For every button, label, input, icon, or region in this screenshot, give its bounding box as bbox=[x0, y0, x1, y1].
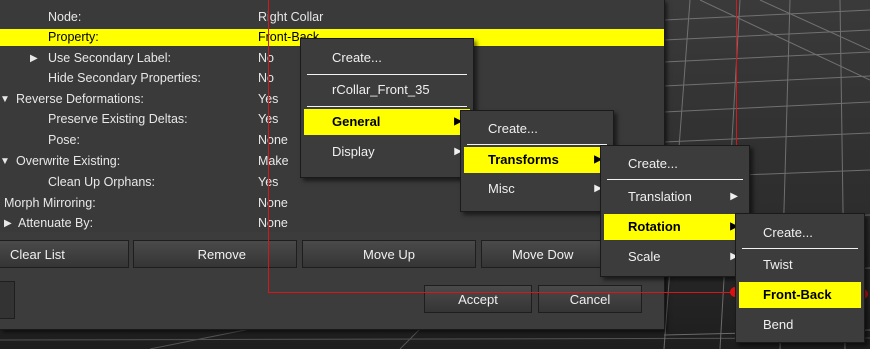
property-label: Clean Up Orphans: bbox=[48, 175, 156, 189]
menu-item-label: Scale bbox=[628, 249, 661, 264]
menu-separator bbox=[742, 248, 858, 249]
menu-item-front-back[interactable]: Front-Back bbox=[739, 282, 861, 308]
menu-item-display[interactable]: Display ▶ bbox=[304, 139, 470, 165]
menu-item-rcollar-front-35[interactable]: rCollar_Front_35 bbox=[304, 77, 470, 103]
menu-item-rotation[interactable]: Rotation ▶ bbox=[604, 214, 746, 240]
transforms-submenu: Create... Translation ▶ Rotation ▶ Scale… bbox=[600, 145, 750, 277]
property-label: Pose: bbox=[48, 133, 80, 147]
menu-item-create[interactable]: Create... bbox=[304, 45, 470, 71]
context-menu: Create... rCollar_Front_35 General ▶ Dis… bbox=[300, 38, 474, 178]
general-submenu: Create... Transforms ▶ Misc ▶ bbox=[460, 110, 614, 212]
expand-triangle-icon[interactable]: ▼ bbox=[0, 153, 10, 170]
property-label: Reverse Deformations: bbox=[16, 92, 144, 106]
menu-item-label: Display bbox=[332, 144, 375, 159]
menu-separator bbox=[307, 74, 467, 75]
menu-item-create[interactable]: Create... bbox=[464, 116, 610, 142]
menu-item-bend[interactable]: Bend bbox=[739, 312, 861, 338]
menu-item-twist[interactable]: Twist bbox=[739, 252, 861, 278]
menu-item-label: Rotation bbox=[628, 219, 681, 234]
menu-item-label: Misc bbox=[488, 181, 515, 196]
property-label: Property: bbox=[48, 30, 99, 44]
property-label: Node: bbox=[48, 10, 82, 24]
rotation-submenu: Create... Twist Front-Back Bend bbox=[735, 213, 865, 343]
menu-item-label: Translation bbox=[628, 189, 692, 204]
menu-item-label: Transforms bbox=[488, 152, 559, 167]
property-label: Hide Secondary Properties: bbox=[48, 71, 201, 85]
menu-item-transforms[interactable]: Transforms ▶ bbox=[464, 147, 610, 173]
menu-item-label: General bbox=[332, 114, 381, 129]
menu-item-scale[interactable]: Scale ▶ bbox=[604, 244, 746, 270]
name-field[interactable] bbox=[0, 281, 15, 319]
menu-separator bbox=[307, 106, 467, 107]
property-label: Attenuate By: bbox=[18, 216, 94, 230]
property-label: Use Secondary Label: bbox=[48, 51, 171, 65]
expand-triangle-icon[interactable]: ▼ bbox=[0, 91, 10, 108]
clear-list-button[interactable]: Clear List bbox=[0, 240, 129, 268]
expand-triangle-icon[interactable]: ▶ bbox=[4, 215, 12, 232]
menu-item-misc[interactable]: Misc ▶ bbox=[464, 176, 610, 202]
menu-separator bbox=[467, 144, 607, 145]
property-label: Overwrite Existing: bbox=[16, 154, 121, 168]
menu-separator bbox=[607, 179, 743, 180]
property-label: Preserve Existing Deltas: bbox=[48, 112, 188, 126]
menu-item-create[interactable]: Create... bbox=[739, 220, 861, 246]
menu-item-translation[interactable]: Translation ▶ bbox=[604, 184, 746, 210]
expand-triangle-icon[interactable]: ▶ bbox=[30, 50, 38, 67]
submenu-arrow-icon: ▶ bbox=[730, 191, 738, 202]
menu-item-create[interactable]: Create... bbox=[604, 151, 746, 177]
menu-item-general[interactable]: General ▶ bbox=[304, 109, 470, 135]
property-label: Morph Mirroring: bbox=[4, 196, 96, 210]
